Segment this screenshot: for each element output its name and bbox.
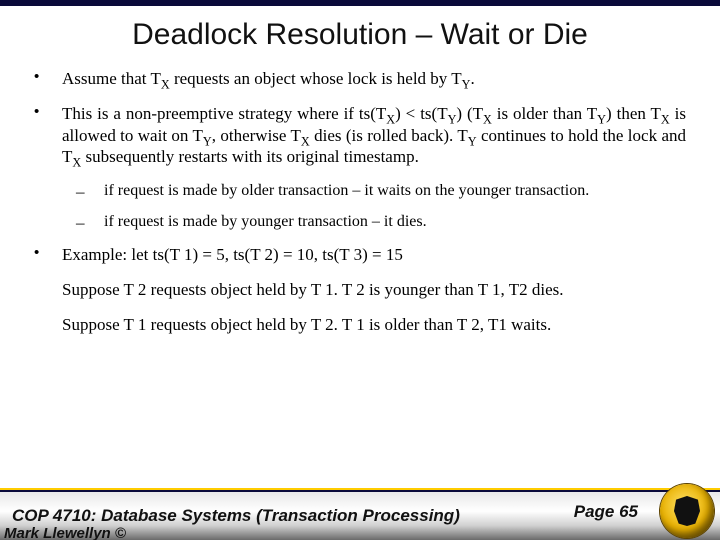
- example-line: Suppose T 2 requests object held by T 1.…: [62, 279, 686, 300]
- subscript: X: [72, 155, 81, 169]
- slide-content: • Assume that TX requests an object whos…: [0, 68, 720, 335]
- bullet-item: • Example: let ts(T 1) = 5, ts(T 2) = 10…: [34, 244, 686, 265]
- page-number: Page 65: [574, 502, 638, 522]
- text-run: is older than T: [492, 104, 597, 123]
- subscript: Y: [468, 134, 477, 148]
- ucf-logo-icon: [660, 484, 714, 538]
- text-run: dies (is rolled back). T: [310, 126, 468, 145]
- bullet-marker: •: [34, 103, 62, 167]
- text-run: , otherwise T: [212, 126, 301, 145]
- text-run: ) then T: [606, 104, 661, 123]
- text-run: ) < ts(T: [395, 104, 447, 123]
- text-run: .: [470, 69, 474, 88]
- logo-glyph: [674, 496, 700, 526]
- text-run: ) (T: [456, 104, 483, 123]
- top-accent-bar: [0, 0, 720, 6]
- sub-bullet-text: if request is made by younger transactio…: [104, 212, 686, 233]
- text-run: Assume that T: [62, 69, 161, 88]
- sub-bullet-item: – if request is made by younger transact…: [76, 212, 686, 233]
- slide-footer: COP 4710: Database Systems (Transaction …: [0, 490, 720, 540]
- course-label: COP 4710: Database Systems (Transaction …: [12, 506, 574, 526]
- example-line: Suppose T 1 requests object held by T 2.…: [62, 314, 686, 335]
- sub-bullet-marker: –: [76, 181, 104, 202]
- sub-bullet-item: – if request is made by older transactio…: [76, 181, 686, 202]
- bullet-item: • Assume that TX requests an object whos…: [34, 68, 686, 89]
- slide-title: Deadlock Resolution – Wait or Die: [0, 18, 720, 52]
- footer-bar: COP 4710: Database Systems (Transaction …: [0, 490, 720, 540]
- text-run: subsequently restarts with its original …: [81, 147, 419, 166]
- sub-bullet-text: if request is made by older transaction …: [104, 181, 686, 202]
- bullet-text: This is a non-preemptive strategy where …: [62, 103, 686, 167]
- bullet-text: Assume that TX requests an object whose …: [62, 68, 686, 89]
- bullet-text: Example: let ts(T 1) = 5, ts(T 2) = 10, …: [62, 244, 686, 265]
- text-run: requests an object whose lock is held by…: [170, 69, 462, 88]
- bullet-item: • This is a non-preemptive strategy wher…: [34, 103, 686, 167]
- author-label: Mark Llewellyn ©: [4, 525, 126, 540]
- bullet-marker: •: [34, 244, 62, 265]
- bullet-marker: •: [34, 68, 62, 89]
- slide: Deadlock Resolution – Wait or Die • Assu…: [0, 0, 720, 540]
- text-run: This is a non-preemptive strategy where …: [62, 104, 386, 123]
- sub-bullet-marker: –: [76, 212, 104, 233]
- subscript: X: [161, 77, 170, 91]
